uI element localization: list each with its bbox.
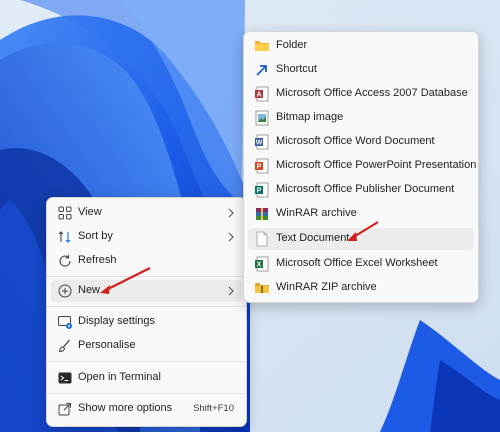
- bitmap-icon: [255, 110, 269, 126]
- new-submenu: Folder Shortcut A Microsoft Office Acces…: [243, 31, 479, 303]
- sort-icon: [58, 231, 71, 243]
- menu-item-show-more-options[interactable]: Show more options Shift+F10: [51, 398, 242, 420]
- shortcut-icon: [256, 65, 267, 76]
- submenu-item-label: Microsoft Office PowerPoint Presentation: [276, 159, 477, 171]
- powerpoint-icon: P: [255, 158, 269, 174]
- excel-icon: X: [255, 256, 269, 272]
- new-plus-icon: [58, 284, 72, 298]
- menu-divider: [47, 393, 246, 394]
- menu-item-label: Show more options: [78, 402, 173, 414]
- terminal-icon: [58, 372, 72, 384]
- annotation-arrow-new: [100, 267, 151, 294]
- svg-text:P: P: [257, 164, 262, 171]
- grid-view-icon: [58, 206, 72, 220]
- submenu-item-shortcut[interactable]: Shortcut: [248, 59, 474, 81]
- submenu-item-powerpoint-presentation[interactable]: P Microsoft Office PowerPoint Presentati…: [248, 155, 477, 177]
- svg-text:W: W: [256, 140, 263, 147]
- chevron-right-icon: [228, 286, 234, 296]
- submenu-item-label: Microsoft Office Publisher Document: [276, 183, 455, 195]
- chevron-right-icon: [228, 208, 234, 218]
- menu-item-view[interactable]: View: [51, 202, 242, 224]
- svg-text:P: P: [257, 188, 262, 195]
- menu-item-display-settings[interactable]: Display settings: [51, 311, 242, 333]
- menu-divider: [47, 361, 246, 362]
- menu-item-label: View: [78, 206, 102, 218]
- keyboard-shortcut: Shift+F10: [193, 403, 234, 414]
- submenu-item-label: Folder: [276, 39, 308, 51]
- submenu-item-label: Microsoft Office Excel Worksheet: [276, 257, 438, 269]
- svg-text:X: X: [257, 262, 262, 269]
- folder-icon: [255, 41, 269, 51]
- submenu-item-label: Shortcut: [276, 63, 317, 75]
- share-icon: [58, 403, 71, 416]
- chevron-right-icon: [228, 232, 234, 242]
- annotation-arrow-text-document: [347, 221, 379, 241]
- submenu-item-excel-worksheet[interactable]: X Microsoft Office Excel Worksheet: [248, 253, 474, 275]
- submenu-item-label: Bitmap image: [276, 111, 344, 123]
- submenu-item-folder[interactable]: Folder: [248, 35, 474, 57]
- menu-item-label: Display settings: [78, 315, 156, 327]
- submenu-item-word-document[interactable]: W Microsoft Office Word Document: [248, 131, 474, 153]
- brush-icon: [58, 339, 70, 353]
- display-icon: [58, 316, 72, 329]
- submenu-item-label: WinRAR archive: [276, 207, 357, 219]
- menu-item-label: Open in Terminal: [78, 371, 161, 383]
- word-icon: W: [255, 134, 269, 150]
- submenu-item-publisher-document[interactable]: P Microsoft Office Publisher Document: [248, 179, 474, 201]
- menu-item-label: Sort by: [78, 230, 113, 242]
- publisher-icon: P: [255, 182, 269, 198]
- refresh-icon: [59, 254, 71, 267]
- menu-divider: [47, 306, 246, 307]
- submenu-item-label: WinRAR ZIP archive: [276, 281, 377, 293]
- menu-item-open-in-terminal[interactable]: Open in Terminal: [51, 367, 242, 389]
- menu-item-label: Personalise: [78, 339, 136, 351]
- submenu-item-bitmap-image[interactable]: Bitmap image: [248, 107, 474, 129]
- access-icon: A: [255, 86, 269, 102]
- submenu-item-access-database[interactable]: A Microsoft Office Access 2007 Database: [248, 83, 474, 105]
- submenu-item-label: Text Document: [276, 232, 350, 244]
- winrar-icon: [256, 208, 268, 220]
- text-document-icon: [256, 231, 268, 247]
- zip-folder-icon: [255, 283, 269, 293]
- svg-text:A: A: [256, 92, 261, 99]
- menu-item-personalise[interactable]: Personalise: [51, 335, 242, 357]
- desktop-context-menu: View Sort by Refresh New Display setting…: [46, 197, 247, 427]
- submenu-item-label: Microsoft Office Word Document: [276, 135, 435, 147]
- submenu-item-winrar-zip-archive[interactable]: WinRAR ZIP archive: [248, 277, 474, 299]
- submenu-item-label: Microsoft Office Access 2007 Database: [276, 87, 468, 99]
- menu-item-sort-by[interactable]: Sort by: [51, 226, 242, 248]
